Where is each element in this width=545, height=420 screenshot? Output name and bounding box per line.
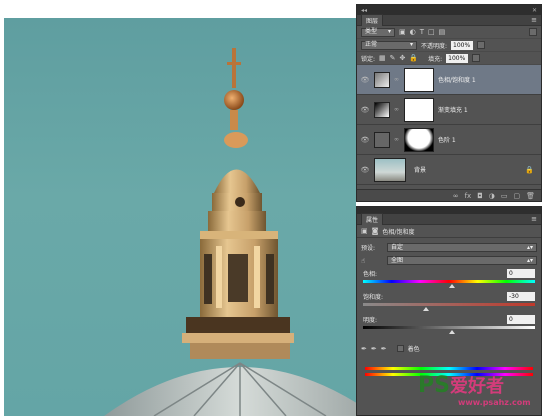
saturation-field[interactable]: -30 — [507, 292, 535, 301]
layers-panel-titlebar[interactable]: ◂◂ ✕ — [357, 5, 541, 15]
filter-type-icon[interactable]: T — [420, 28, 424, 36]
filter-pixel-icon[interactable]: ▣ — [399, 28, 406, 36]
saturation-slider-group: 饱和度: -30 — [357, 290, 541, 313]
lightness-slider-knob[interactable] — [449, 330, 455, 334]
filter-shape-icon[interactable]: □ — [428, 28, 435, 36]
visibility-eye-icon[interactable]: 👁 — [360, 106, 370, 114]
lightness-gradient-track[interactable] — [363, 326, 535, 329]
gradient-thumbnail — [374, 101, 390, 118]
link-chain-icon[interactable]: ∞ — [394, 76, 400, 83]
targeted-adjustment-hand-icon[interactable]: ☝ — [361, 257, 383, 265]
filter-smart-object-icon[interactable]: ▤ — [439, 28, 446, 36]
visibility-eye-icon[interactable]: 👁 — [360, 76, 370, 84]
lock-label: 锁定: — [361, 55, 376, 63]
hue-field[interactable]: 0 — [507, 269, 535, 278]
preset-label: 预设: — [361, 245, 376, 252]
fill-field[interactable]: 100% — [446, 53, 469, 63]
filter-kind-dropdown[interactable]: 类型 ▾ — [361, 27, 395, 37]
tab-properties[interactable]: 属性 — [361, 213, 384, 225]
new-group-icon[interactable]: ▭ — [501, 192, 508, 200]
channel-dropdown[interactable]: 全图 ▴▾ — [387, 256, 537, 265]
opacity-label: 不透明度: — [421, 42, 448, 50]
lightness-field[interactable]: 0 — [507, 315, 535, 324]
layer-hue-saturation[interactable]: 👁 ∞ 色相/饱和度 1 — [357, 65, 541, 95]
layer-name: 色阶 1 — [438, 137, 456, 144]
add-mask-icon[interactable]: ◘ — [477, 192, 483, 200]
input-spectrum-bar — [365, 367, 533, 370]
mask-icon[interactable]: ◙ — [372, 227, 379, 235]
delete-layer-icon[interactable]: 🗑 — [526, 192, 535, 200]
panel-menu-icon[interactable]: ≡ — [531, 215, 537, 223]
dome-photo — [104, 48, 356, 416]
layer-lock-icon: 🔒 — [525, 165, 534, 174]
saturation-label: 饱和度: — [363, 294, 384, 301]
lock-position-icon[interactable]: ✥ — [400, 54, 406, 62]
new-layer-icon[interactable]: ▢ — [513, 192, 520, 200]
visibility-eye-icon[interactable]: 👁 — [360, 166, 370, 174]
fill-dropdown-button[interactable] — [472, 54, 481, 62]
visibility-eye-icon[interactable]: 👁 — [360, 136, 370, 144]
watermark-brand-latin: PS — [418, 373, 450, 398]
hue-slider-group: 色相: 0 — [357, 267, 541, 290]
layer-style-icon[interactable]: fx — [465, 192, 472, 200]
hue-label: 色相: — [363, 271, 378, 278]
document-canvas[interactable] — [4, 18, 356, 416]
opacity-field[interactable]: 100% — [451, 40, 474, 50]
link-chain-icon[interactable]: ∞ — [394, 136, 400, 143]
saturation-slider-knob[interactable] — [423, 307, 430, 311]
eyedropper-minus-icon[interactable]: ✒ — [381, 345, 387, 353]
watermark-logo: PS爱好者 www.psahz.com — [418, 372, 540, 412]
background-thumbnail — [374, 157, 406, 182]
layer-name: 背景 — [414, 167, 427, 174]
adjustment-thumbnail — [374, 71, 390, 88]
adjustment-type-icon: ▣ — [361, 227, 368, 235]
preset-dropdown[interactable]: 自定 ▴▾ — [387, 243, 537, 252]
lock-transparent-icon[interactable]: ▦ — [379, 54, 386, 62]
colorize-label: 着色 — [407, 346, 420, 353]
layer-name: 渐变填充 1 — [438, 107, 468, 114]
layer-mask-thumbnail[interactable] — [404, 127, 434, 152]
eyedropper-icon[interactable]: ✒ — [361, 345, 367, 353]
new-adjustment-icon[interactable]: ◑ — [489, 192, 495, 200]
lightness-slider-group: 明度: 0 — [357, 313, 541, 336]
layer-name: 色相/饱和度 1 — [438, 77, 476, 84]
saturation-gradient-track[interactable] — [363, 303, 535, 306]
layer-levels[interactable]: 👁 ∞ 色阶 1 — [357, 125, 541, 155]
colorize-checkbox[interactable] — [396, 345, 404, 352]
watermark-url: www.psahz.com — [458, 398, 531, 407]
layers-panel: ◂◂ ✕ 图层 ≡ 类型 ▾ ▣ ◐ T □ ▤ 正常 ▾ 不透明度: 100% 锁… — [356, 4, 542, 202]
link-layers-icon[interactable]: ∞ — [453, 192, 459, 200]
layer-mask-thumbnail[interactable] — [404, 67, 434, 92]
properties-panel-titlebar[interactable] — [357, 207, 541, 214]
adjustment-title: 色相/饱和度 — [382, 228, 415, 236]
watermark-brand-cn: 爱好者 — [449, 376, 504, 397]
levels-thumbnail — [374, 131, 390, 148]
lock-image-icon[interactable]: ✎ — [390, 54, 396, 62]
collapse-icon[interactable]: ◂◂ — [361, 7, 367, 14]
close-icon[interactable]: ✕ — [532, 7, 537, 14]
blend-mode-dropdown[interactable]: 正常 ▾ — [361, 40, 417, 50]
eyedropper-plus-icon[interactable]: ✒ — [371, 345, 377, 353]
opacity-dropdown-button[interactable] — [477, 41, 486, 49]
layer-gradient-fill[interactable]: 👁 ∞ 渐变填充 1 — [357, 95, 541, 125]
layer-mask-thumbnail[interactable] — [404, 97, 434, 122]
lightness-label: 明度: — [363, 317, 378, 324]
tab-layers[interactable]: 图层 — [361, 14, 384, 26]
filter-adjustment-icon[interactable]: ◐ — [410, 28, 416, 36]
layer-background[interactable]: 👁 背景 🔒 — [357, 155, 541, 185]
link-chain-icon[interactable]: ∞ — [394, 106, 400, 113]
hue-slider-knob[interactable] — [449, 284, 455, 288]
filter-toggle[interactable] — [529, 28, 537, 36]
panel-menu-icon[interactable]: ≡ — [531, 16, 537, 24]
fill-label: 填充: — [428, 55, 443, 63]
lock-all-icon[interactable]: 🔒 — [409, 54, 418, 62]
hue-gradient-track[interactable] — [363, 280, 535, 283]
